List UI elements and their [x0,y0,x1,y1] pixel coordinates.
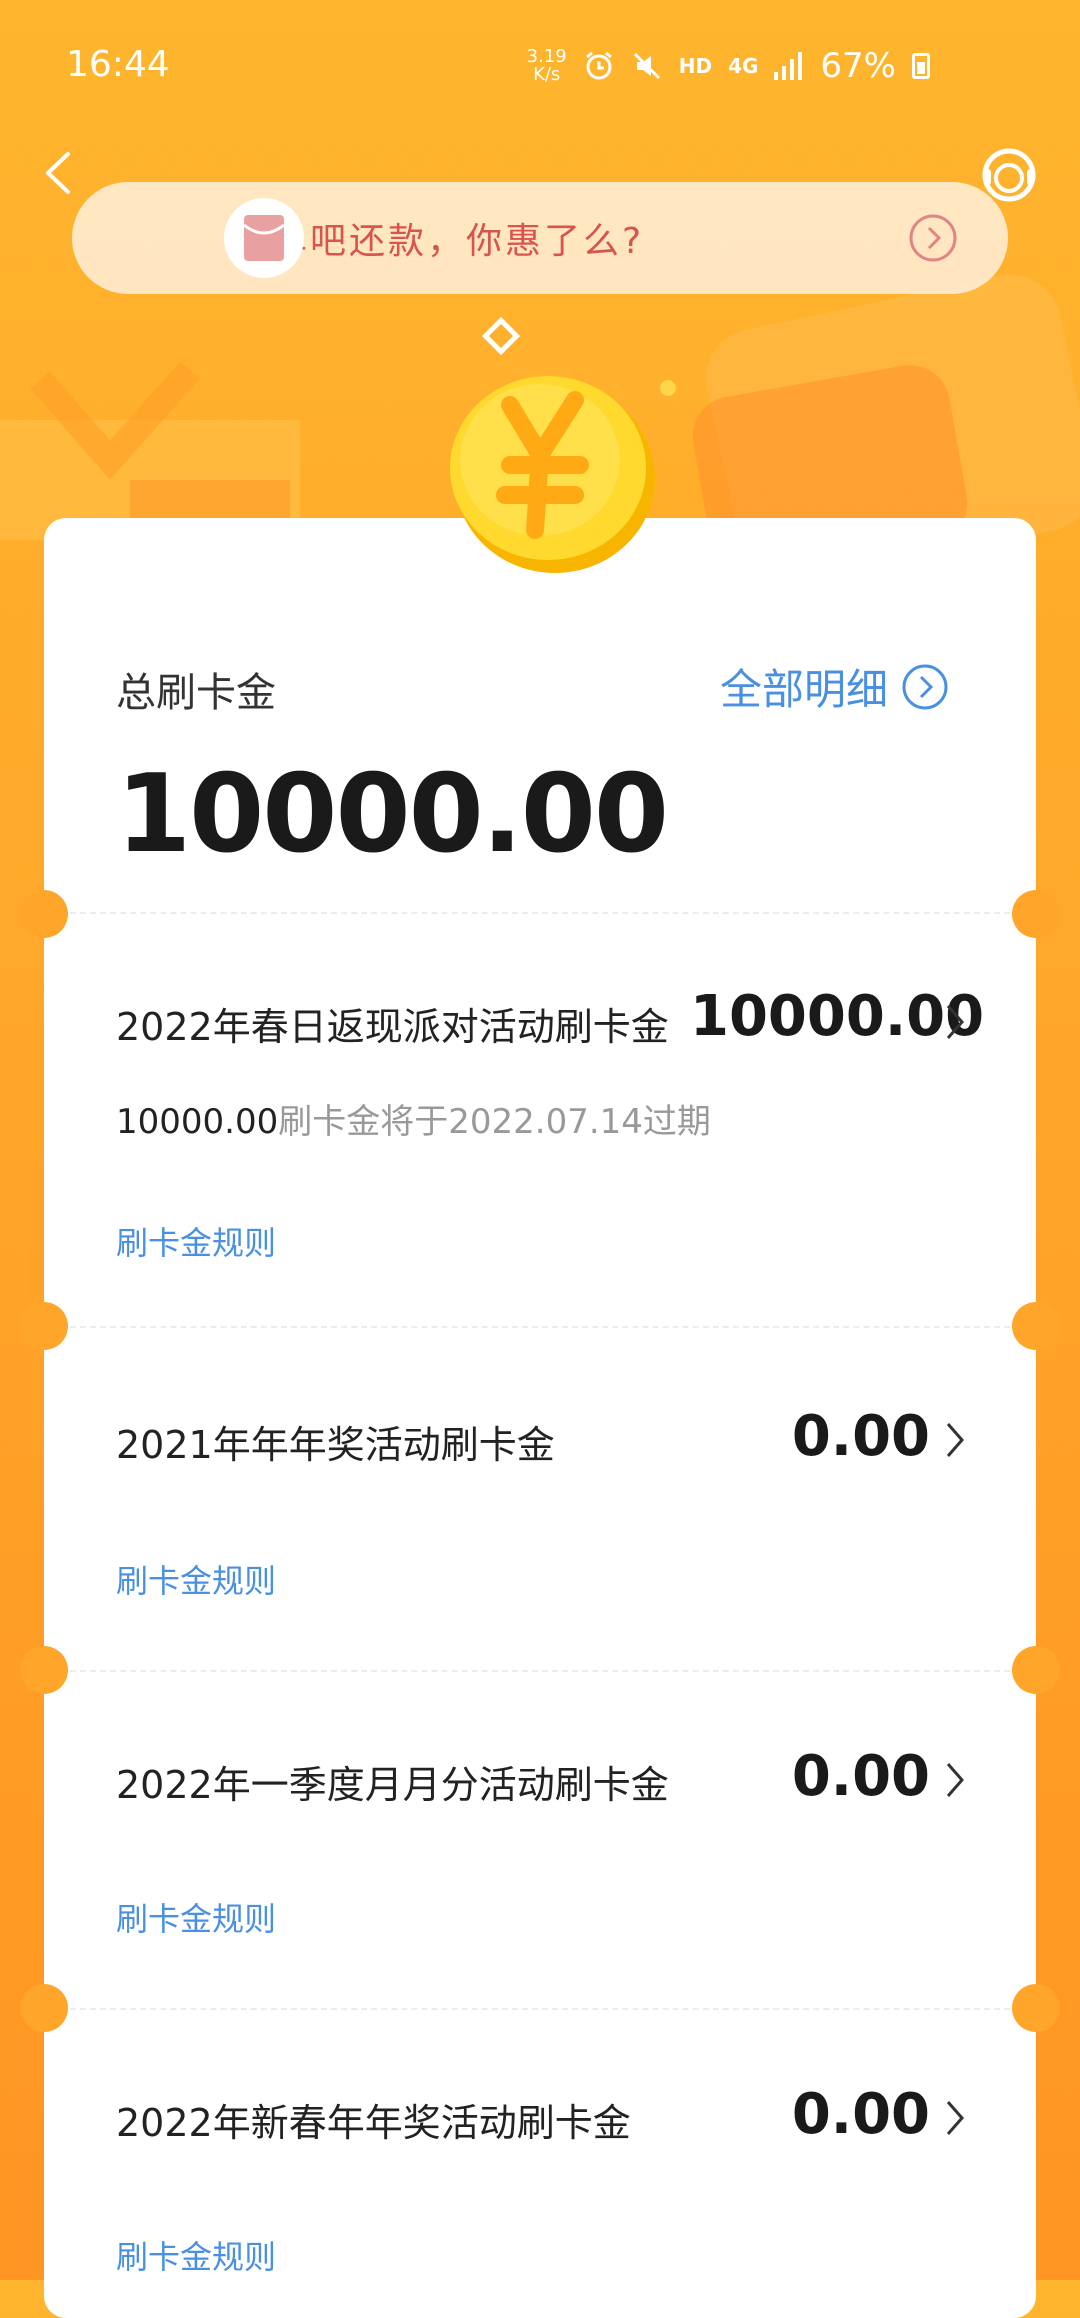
item-title: 2022年一季度月月分活动刷卡金 [116,1763,669,1807]
card-notch [1012,1646,1060,1694]
banner-arrow-icon[interactable] [908,213,958,263]
red-envelope-icon [224,198,304,278]
divider [70,2008,1010,2010]
promo-banner[interactable]: 买单吧还款，你惠了么? [72,182,1008,294]
card-notch [20,1984,68,2032]
chevron-circle-icon [902,664,948,709]
status-icons: 3.19 K/s HD 4G 67% [527,44,930,88]
network-speed: 3.19 K/s [526,46,567,85]
coin-icon [450,376,655,573]
rules-link[interactable]: 刷卡金规则 [116,1556,276,1602]
back-button[interactable] [36,148,86,198]
card-notch [1012,890,1060,938]
network-type: 4G [728,54,759,78]
battery-percent: 67% [820,46,896,86]
item-amount: 10000.00 [690,984,985,1049]
all-details-label: 全部明细 [720,665,889,714]
expiry-text: 刷卡金将于2022.07.14过期 [278,1102,711,1142]
chevron-right-icon [946,1423,964,1457]
card-notch [20,1302,68,1350]
item-amount: 0.00 [791,1404,930,1469]
card-notch [1012,1302,1060,1350]
status-time: 16:44 [66,44,170,85]
item-title: 2022年新春年年奖活动刷卡金 [116,2101,631,2145]
card-notch [20,890,68,938]
item-amount: 0.00 [791,2082,930,2147]
item-title: 2022年春日返现派对活动刷卡金 [116,1005,669,1049]
rules-link[interactable]: 刷卡金规则 [116,1894,276,1940]
divider [70,1670,1010,1672]
total-amount: 10000.00 [116,752,669,877]
item-amount: 0.00 [791,1744,930,1809]
chevron-right-icon [946,1763,964,1797]
chevron-right-icon [946,1005,964,1039]
hd-indicator: HD [678,54,713,78]
signal-icon [774,52,803,80]
card-notch [20,1646,68,1694]
card-notch [1012,1984,1060,2032]
chevron-right-icon [946,2101,964,2135]
all-details-link[interactable]: 全部明细 [720,656,948,717]
status-bar: 16:44 3.19 K/s HD 4G 67% [0,0,1080,130]
total-label: 总刷卡金 [116,670,276,716]
rules-link[interactable]: 刷卡金规则 [116,1218,276,1264]
divider [70,912,1010,914]
divider [70,1326,1010,1328]
battery-icon [912,53,930,79]
mute-icon [633,52,660,80]
item-title: 2021年年年奖活动刷卡金 [116,1423,555,1467]
expiry-amount: 10000.00 [116,1102,279,1142]
expiry-note: 10000.00刷卡金将于2022.07.14过期 [116,1094,711,1143]
alarm-icon [585,51,612,80]
rules-link[interactable]: 刷卡金规则 [116,2232,276,2278]
